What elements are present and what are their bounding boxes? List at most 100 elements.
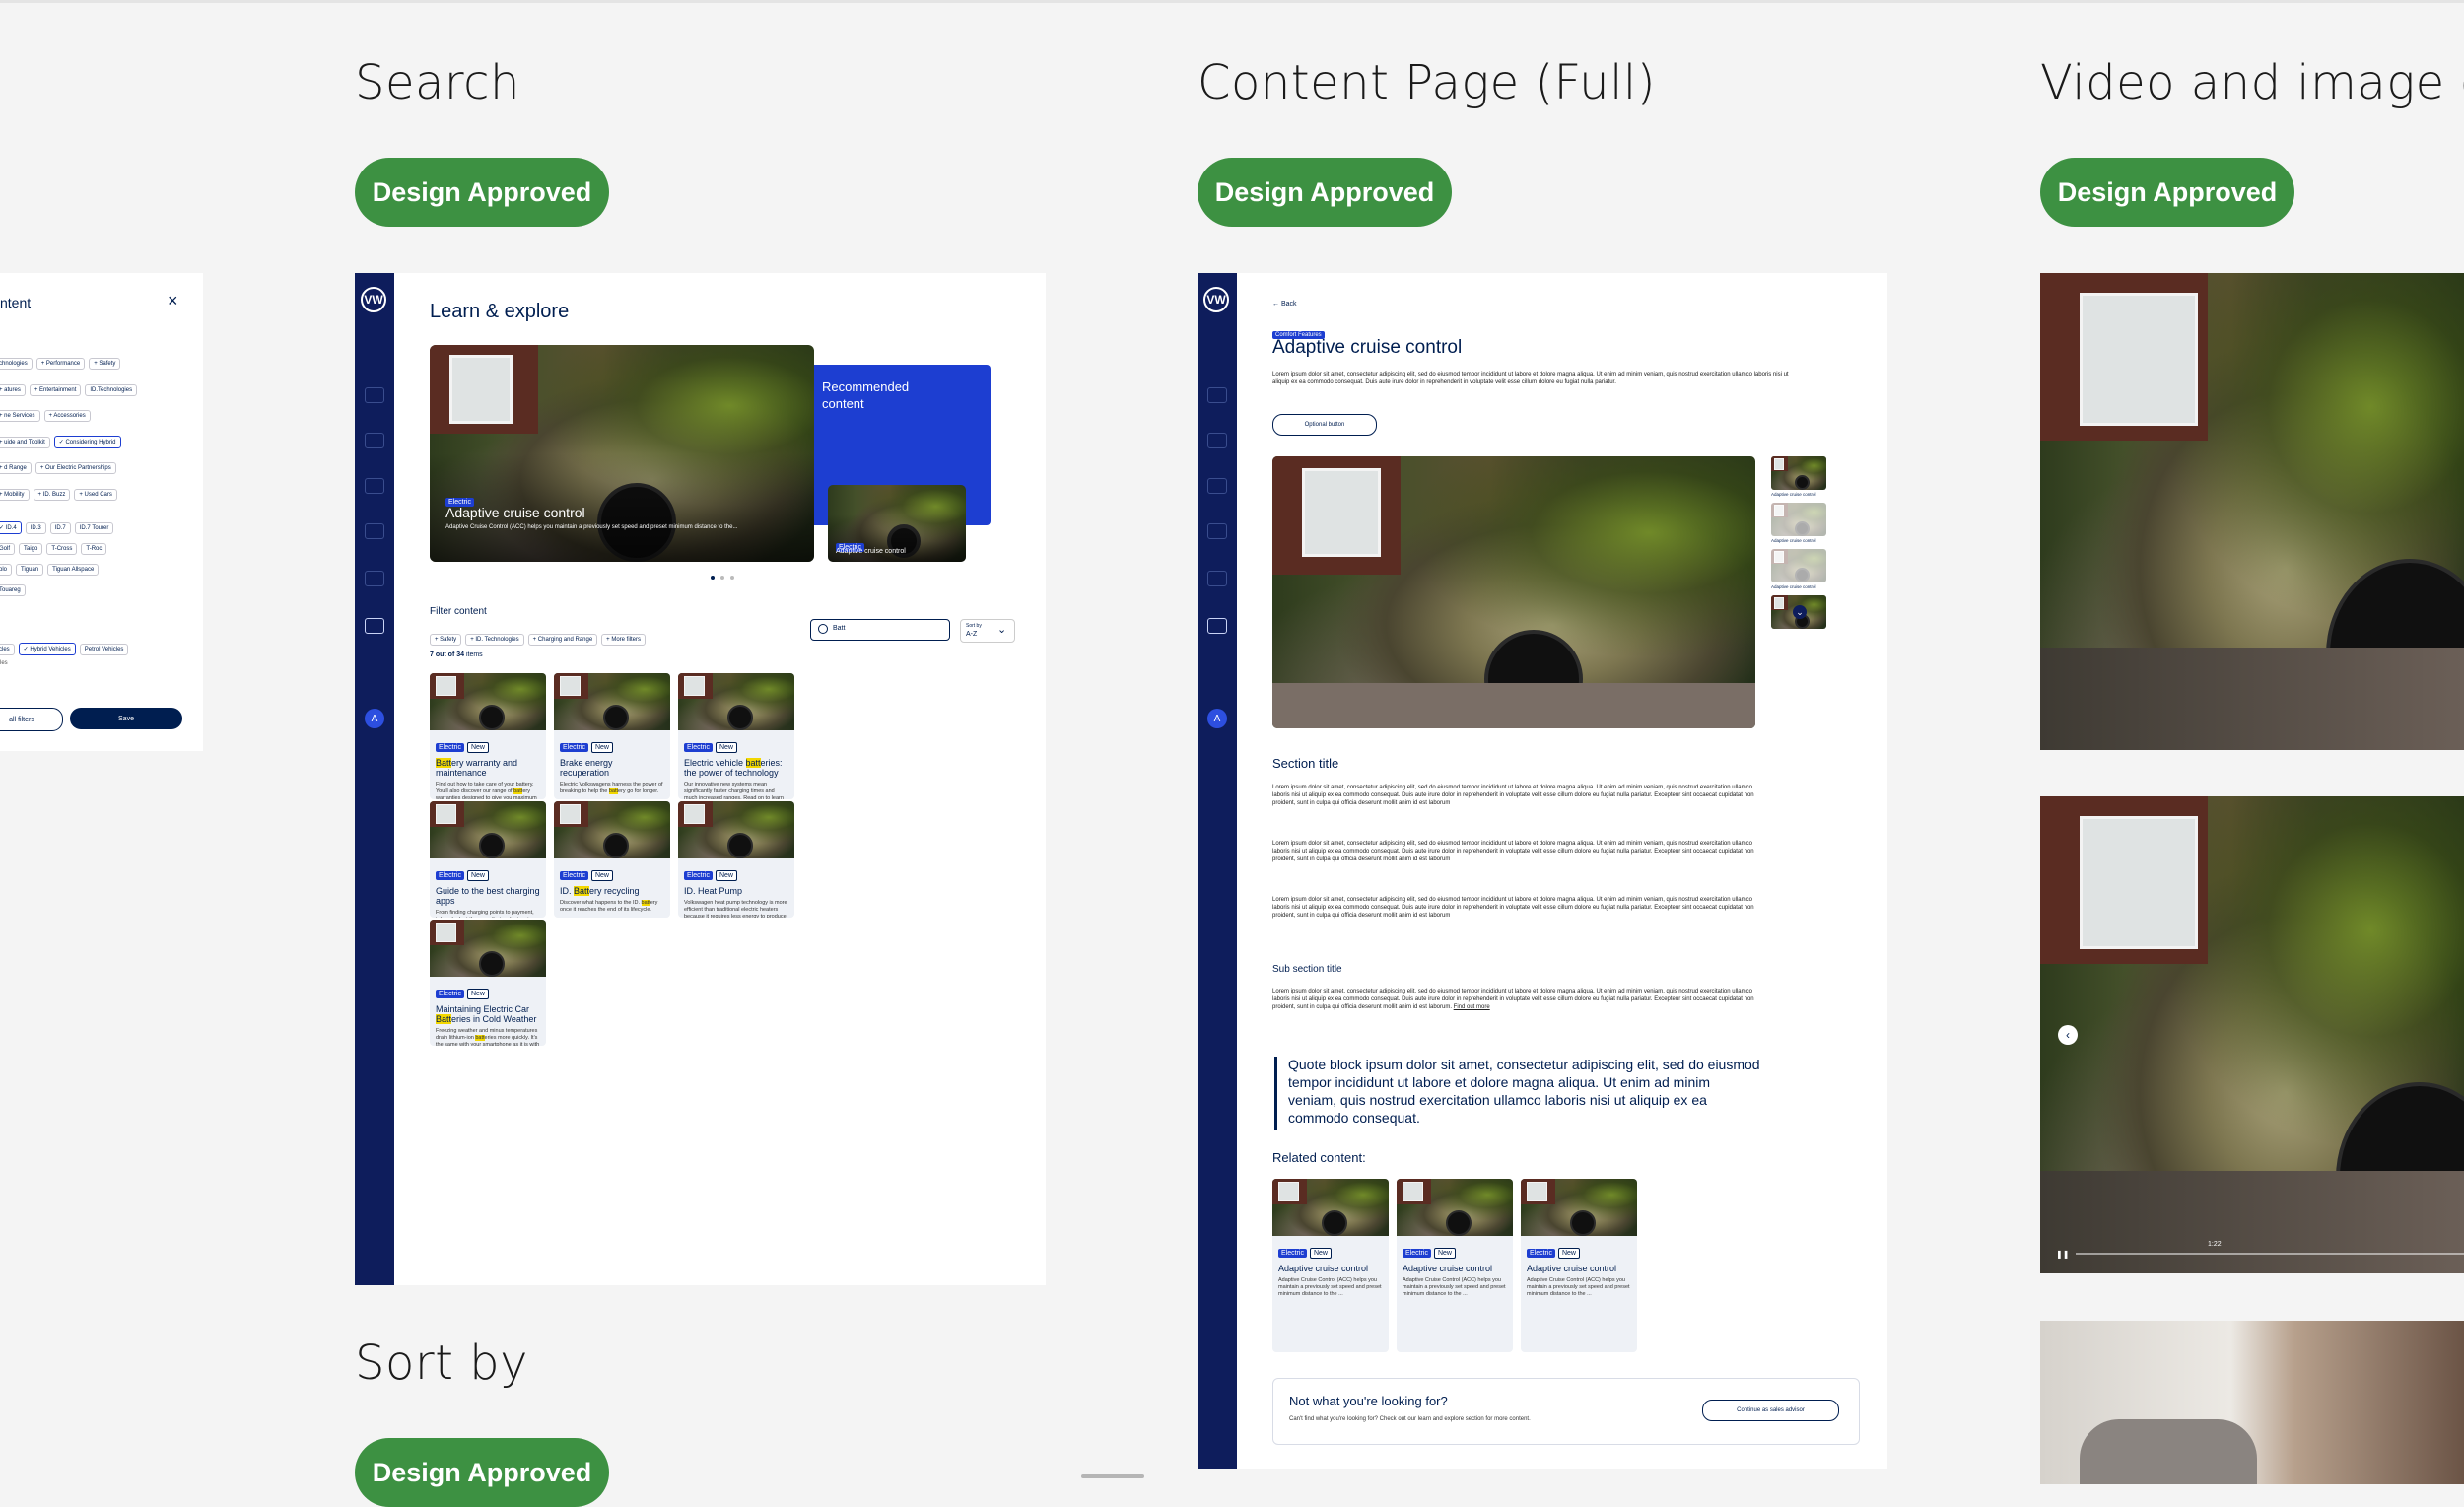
card-image	[554, 673, 670, 730]
sort-dropdown[interactable]: Sort by A-Z ⌄	[960, 619, 1015, 643]
find-out-more-link[interactable]: Find out more	[1454, 1004, 1490, 1010]
filter-chip[interactable]: ID.7 Tourer	[74, 522, 114, 534]
related-card-description: Adaptive Cruise Control (ACC) helps you …	[1527, 1277, 1630, 1297]
card-image	[554, 801, 670, 858]
plus-icon: +	[0, 413, 3, 419]
filter-chip[interactable]: + ID. Technologies	[465, 634, 524, 646]
home-icon[interactable]	[1207, 387, 1227, 403]
filter-chip[interactable]: + Accessories	[43, 410, 91, 422]
filter-chip[interactable]: + Our Electric Partnerships	[34, 462, 116, 474]
card-image	[678, 801, 794, 858]
home-icon[interactable]	[365, 387, 384, 403]
document-icon[interactable]	[1207, 478, 1227, 494]
not-found-description: Can't find what you're looking for? Chec…	[1289, 1416, 1531, 1422]
result-card[interactable]: Electric New Maintaining Electric Car Batt…	[430, 920, 546, 1046]
filter-chip[interactable]: Tiguan	[16, 564, 44, 576]
search-nav-icon[interactable]	[1207, 523, 1227, 539]
result-card[interactable]: Electric New Battery warranty and maintena…	[430, 673, 546, 799]
filter-chip[interactable]: + Safety	[89, 358, 121, 370]
vw-logo-icon[interactable]: VW	[361, 287, 386, 312]
save-button[interactable]: Save	[70, 708, 182, 729]
related-card[interactable]: Electric New Adaptive cruise control Adapti…	[1397, 1179, 1513, 1352]
thumbnail[interactable]	[1771, 549, 1826, 582]
learn-explore-icon[interactable]	[365, 618, 384, 634]
hero-description: Adaptive Cruise Control (ACC) helps you …	[445, 524, 738, 530]
filter-chip[interactable]: ✓ ID.4	[0, 521, 22, 534]
filter-chip[interactable]: ID.Technologies	[85, 383, 138, 396]
section-paragraph: Lorem ipsum dolor sit amet, consectetur …	[1272, 897, 1754, 919]
vw-logo-icon[interactable]: VW	[1203, 287, 1229, 312]
pause-icon[interactable]: ❚❚	[2056, 1250, 2069, 1259]
hero-card[interactable]: Electric Adaptive cruise control Adaptiv…	[430, 345, 814, 562]
car-icon[interactable]	[1207, 433, 1227, 448]
filter-chip[interactable]: + Safety	[430, 634, 462, 646]
new-tag: New	[466, 870, 489, 881]
filter-chip[interactable]: + d Range	[0, 462, 32, 474]
thumbnail[interactable]: ⌄	[1771, 595, 1826, 629]
result-card[interactable]: Electric New ID. Battery recycling Discover…	[554, 801, 670, 918]
filter-chip[interactable]: ✓ Considering Hybrid	[53, 435, 121, 448]
vehicle-icon[interactable]	[1207, 571, 1227, 586]
card-title-text: ID.	[560, 886, 575, 896]
video-progress-bar[interactable]	[2076, 1253, 2464, 1255]
filter-chip[interactable]: T-Roc	[81, 543, 107, 555]
result-card[interactable]: Electric New Brake energy recuperation Elec…	[554, 673, 670, 799]
filter-chip[interactable]: chnologies	[0, 358, 33, 370]
filter-chip[interactable]: ✓ Hybrid Vehicles	[18, 643, 76, 655]
related-label: Related content:	[1272, 1150, 1366, 1165]
filter-chip[interactable]: + More filters	[601, 634, 646, 646]
document-icon[interactable]	[365, 478, 384, 494]
filter-chip[interactable]: + ne Services	[0, 410, 40, 422]
search-highlight: Batt	[436, 758, 452, 768]
result-count-suffix: items	[464, 651, 483, 658]
filter-chip[interactable]: + Mobility	[0, 488, 30, 501]
content-page-frame: VW A ← Back Comfort Features Adaptive cr…	[1198, 273, 1887, 1469]
result-card[interactable]: Electric New Electric vehicle batteries: t…	[678, 673, 794, 799]
result-card[interactable]: Electric New ID. Heat Pump Volkswagen heat …	[678, 801, 794, 918]
filter-chip[interactable]: T-Cross	[46, 543, 78, 555]
car-icon[interactable]	[365, 433, 384, 448]
recommended-card[interactable]: Electric Adaptive cruise control	[828, 485, 966, 562]
chip-row: Golf Taigo T-Cross T-Roc	[0, 537, 203, 558]
sales-advisor-button[interactable]: Continue as sales advisor	[1702, 1400, 1839, 1421]
search-input[interactable]: Batt	[810, 619, 950, 641]
filter-chip[interactable]: olo	[0, 564, 13, 576]
chevron-down-icon[interactable]: ⌄	[1793, 605, 1807, 619]
filter-chip[interactable]: ID.3	[25, 522, 46, 534]
clear-all-filters-button[interactable]: all filters	[0, 708, 63, 731]
clear-all-filters-label: all filters	[9, 716, 34, 723]
search-nav-icon[interactable]	[365, 523, 384, 539]
filter-chip[interactable]: Tiguan Allspace	[47, 564, 100, 576]
learn-explore-icon[interactable]	[1207, 618, 1227, 634]
filter-chip[interactable]: cles	[0, 644, 15, 655]
filter-chip[interactable]: Touareg	[0, 584, 26, 596]
avatar[interactable]: A	[1207, 709, 1227, 728]
filter-chip[interactable]: + atures	[0, 383, 26, 396]
related-card[interactable]: Electric New Adaptive cruise control Adapti…	[1272, 1179, 1389, 1352]
filter-chip[interactable]: + Charging and Range	[527, 634, 598, 646]
filter-chip[interactable]: ID.7	[49, 522, 71, 534]
filter-chip[interactable]: + Performance	[35, 358, 86, 370]
filter-chip[interactable]: Taigo	[19, 543, 43, 555]
previous-slide-button[interactable]: ‹	[2058, 1025, 2078, 1045]
result-card[interactable]: Electric New Guide to the best charging ap…	[430, 801, 546, 918]
filter-chip[interactable]: + ID. Buzz	[33, 488, 71, 501]
main-image[interactable]	[1272, 456, 1755, 728]
related-card[interactable]: Electric New Adaptive cruise control Adapti…	[1521, 1179, 1637, 1352]
carousel-dots[interactable]	[711, 576, 734, 580]
thumbnail[interactable]	[1771, 456, 1826, 490]
filter-chip[interactable]: Petrol Vehicles	[79, 644, 129, 655]
filter-chip[interactable]: + Used Cars	[74, 488, 117, 501]
optional-button[interactable]: Optional button	[1272, 414, 1377, 436]
close-icon[interactable]: ×	[168, 291, 178, 311]
check-icon: ✓	[0, 525, 5, 531]
filter-chip[interactable]: Golf	[0, 543, 16, 555]
electric-tag: Electric	[560, 871, 588, 880]
filter-chip[interactable]: + uide and Toolkit	[0, 436, 50, 448]
filter-chip[interactable]: + Entertainment	[29, 383, 82, 396]
back-link[interactable]: ← Back	[1272, 301, 1297, 308]
scroll-handle[interactable]	[1081, 1474, 1144, 1478]
avatar[interactable]: A	[365, 709, 384, 728]
thumbnail[interactable]	[1771, 503, 1826, 536]
vehicle-icon[interactable]	[365, 571, 384, 586]
